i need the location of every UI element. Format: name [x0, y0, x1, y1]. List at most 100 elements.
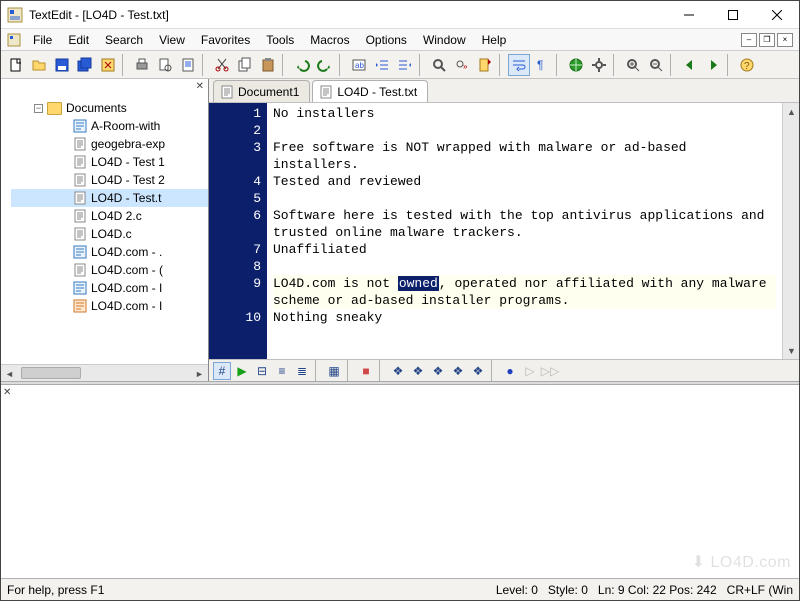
insert-text-icon[interactable]: ab: [348, 54, 370, 76]
code-line[interactable]: [273, 122, 776, 139]
block-select-icon[interactable]: ▦: [325, 362, 343, 380]
nav-forward-icon[interactable]: [702, 54, 724, 76]
mdi-close-button[interactable]: ×: [777, 33, 793, 47]
mdi-minimize-button[interactable]: –: [741, 33, 757, 47]
fold-icon[interactable]: ≡: [273, 362, 291, 380]
file-icon: [73, 263, 87, 277]
scroll-up-arrow-icon[interactable]: ▲: [783, 103, 800, 120]
bookmark-clear-icon[interactable]: ❖: [449, 362, 467, 380]
close-button[interactable]: [755, 1, 799, 28]
code-line[interactable]: Nothing sneaky: [273, 309, 776, 326]
page-setup-icon[interactable]: [177, 54, 199, 76]
cut-icon[interactable]: [211, 54, 233, 76]
new-file-icon[interactable]: [5, 54, 27, 76]
indent-right-icon[interactable]: [394, 54, 416, 76]
word-wrap-icon[interactable]: [508, 54, 530, 76]
status-help: For help, press F1: [7, 583, 104, 597]
menu-window[interactable]: Window: [415, 31, 474, 49]
undo-icon[interactable]: [291, 54, 313, 76]
print-icon[interactable]: [131, 54, 153, 76]
run-macro-icon[interactable]: ▶: [233, 362, 251, 380]
document-tab[interactable]: Document1: [213, 80, 310, 102]
code-line[interactable]: No installers: [273, 105, 776, 122]
file-tree[interactable]: − Documents A-Room-withgeogebra-expLO4D …: [1, 99, 208, 364]
bookmark-next-icon[interactable]: ❖: [429, 362, 447, 380]
tree-file-row[interactable]: A-Room-with: [11, 117, 208, 135]
tree-file-row[interactable]: LO4D.com - .: [11, 243, 208, 261]
menu-options[interactable]: Options: [358, 31, 415, 49]
minimize-button[interactable]: [667, 1, 711, 28]
print-preview-icon[interactable]: [154, 54, 176, 76]
code-line[interactable]: [273, 258, 776, 275]
tree-file-row[interactable]: LO4D - Test 1: [11, 153, 208, 171]
zoom-in-icon[interactable]: [622, 54, 644, 76]
sidebar-horizontal-scrollbar[interactable]: ◄ ►: [1, 364, 208, 381]
menu-view[interactable]: View: [151, 31, 193, 49]
tree-file-row[interactable]: LO4D 2.c: [11, 207, 208, 225]
bookmark-toggle-icon[interactable]: ❖: [389, 362, 407, 380]
help-icon[interactable]: ?: [736, 54, 758, 76]
find-next-icon[interactable]: »: [451, 54, 473, 76]
save-all-icon[interactable]: [74, 54, 96, 76]
tree-file-row[interactable]: LO4D.com - (: [11, 261, 208, 279]
toggle-line-numbers-icon[interactable]: #: [213, 362, 231, 380]
menu-search[interactable]: Search: [97, 31, 151, 49]
output-panel[interactable]: ✕: [1, 385, 799, 578]
color-swatch-icon[interactable]: ■: [357, 362, 375, 380]
play-macro-icon[interactable]: ▷: [521, 362, 539, 380]
bookmarks-icon[interactable]: [474, 54, 496, 76]
tools-icon[interactable]: [588, 54, 610, 76]
fold-all-icon[interactable]: ⊟: [253, 362, 271, 380]
zoom-out-icon[interactable]: [645, 54, 667, 76]
tree-collapse-icon[interactable]: −: [34, 104, 43, 113]
paste-icon[interactable]: [257, 54, 279, 76]
nav-back-icon[interactable]: [679, 54, 701, 76]
bookmark-list-icon[interactable]: ❖: [469, 362, 487, 380]
mdi-restore-button[interactable]: ❐: [759, 33, 775, 47]
tree-file-row[interactable]: LO4D - Test 2: [11, 171, 208, 189]
record-macro-icon[interactable]: ●: [501, 362, 519, 380]
output-close-icon[interactable]: ✕: [3, 387, 11, 398]
menu-file[interactable]: File: [25, 31, 60, 49]
toolbar-separator: [347, 360, 353, 382]
code-line[interactable]: Free software is NOT wrapped with malwar…: [273, 139, 776, 173]
find-icon[interactable]: [428, 54, 450, 76]
mdi-app-icon[interactable]: [7, 33, 21, 47]
document-tab[interactable]: LO4D - Test.txt: [312, 80, 428, 102]
scroll-right-arrow-icon[interactable]: ►: [191, 365, 208, 382]
editor-vertical-scrollbar[interactable]: ▲ ▼: [782, 103, 799, 359]
tree-file-row[interactable]: LO4D.com - I: [11, 279, 208, 297]
menu-edit[interactable]: Edit: [60, 31, 97, 49]
panel-close-icon[interactable]: ✕: [196, 81, 204, 92]
indent-left-icon[interactable]: [371, 54, 393, 76]
tree-file-row[interactable]: LO4D - Test.t: [11, 189, 208, 207]
unfold-icon[interactable]: ≣: [293, 362, 311, 380]
scroll-thumb[interactable]: [21, 367, 81, 379]
tree-file-row[interactable]: LO4D.c: [11, 225, 208, 243]
bookmark-prev-icon[interactable]: ❖: [409, 362, 427, 380]
scroll-down-arrow-icon[interactable]: ▼: [783, 342, 800, 359]
menu-favorites[interactable]: Favorites: [193, 31, 258, 49]
web-icon[interactable]: [565, 54, 587, 76]
redo-icon[interactable]: [314, 54, 336, 76]
copy-icon[interactable]: [234, 54, 256, 76]
menu-help[interactable]: Help: [474, 31, 515, 49]
code-line[interactable]: [273, 190, 776, 207]
code-editor[interactable]: No installers Free software is NOT wrappe…: [267, 103, 782, 359]
scroll-left-arrow-icon[interactable]: ◄: [1, 365, 18, 382]
maximize-button[interactable]: [711, 1, 755, 28]
close-file-icon[interactable]: [97, 54, 119, 76]
tree-folder-row[interactable]: − Documents: [11, 99, 208, 117]
menu-macros[interactable]: Macros: [302, 31, 357, 49]
menu-tools[interactable]: Tools: [258, 31, 302, 49]
save-icon[interactable]: [51, 54, 73, 76]
show-whitespace-icon[interactable]: ¶: [531, 54, 553, 76]
code-line[interactable]: Tested and reviewed: [273, 173, 776, 190]
fast-forward-icon[interactable]: ▷▷: [541, 362, 559, 380]
code-line[interactable]: Software here is tested with the top ant…: [273, 207, 776, 241]
code-line[interactable]: Unaffiliated: [273, 241, 776, 258]
code-line[interactable]: LO4D.com is not owned, operated nor affi…: [273, 275, 776, 309]
open-file-icon[interactable]: [28, 54, 50, 76]
tree-file-row[interactable]: LO4D.com - I: [11, 297, 208, 315]
tree-file-row[interactable]: geogebra-exp: [11, 135, 208, 153]
